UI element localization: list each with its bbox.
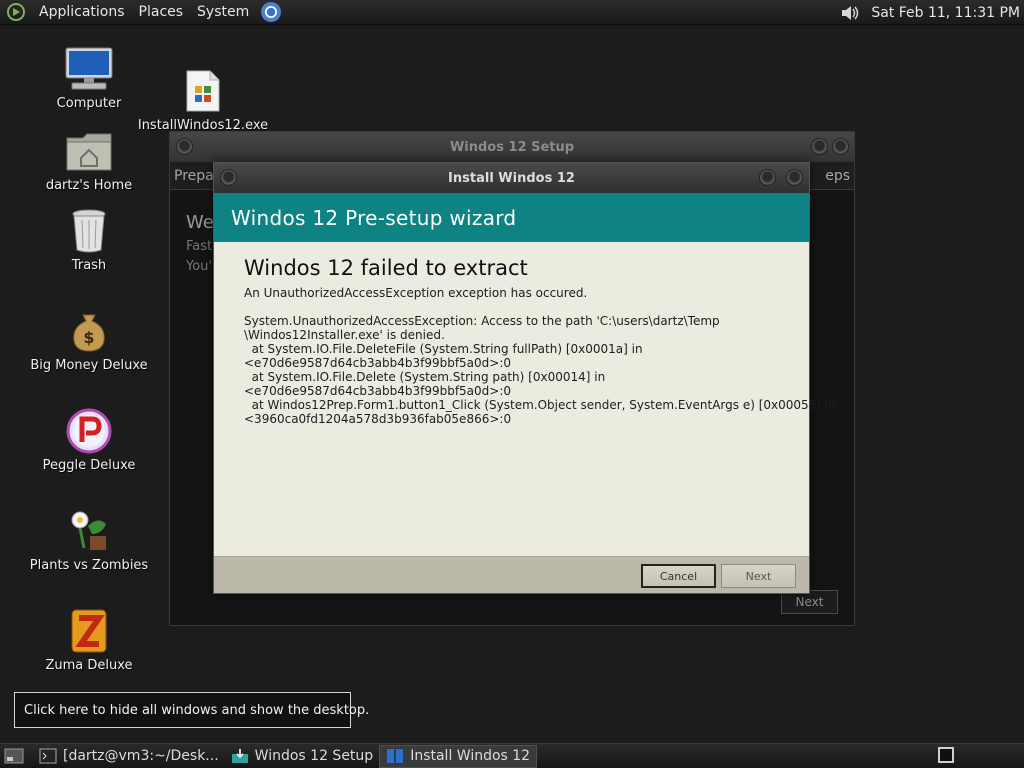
show-desktop-icon[interactable] bbox=[3, 746, 25, 766]
desktop-icon-label: Zuma Deluxe bbox=[45, 658, 133, 673]
system-tray: Sat Feb 11, 11:31 PM bbox=[839, 0, 1024, 25]
computer-icon bbox=[65, 47, 113, 90]
taskbar-item-label: Windos 12 Setup bbox=[254, 748, 374, 764]
exe-file-icon bbox=[186, 70, 220, 112]
next-button[interactable]: Next bbox=[721, 564, 796, 588]
desktop-icon-plants-vs-zombies[interactable]: Plants vs Zombies bbox=[14, 508, 164, 573]
bottom-panel: [dartz@vm3:~/Desk... Windos 12 Setup Ins… bbox=[0, 743, 1024, 768]
clock[interactable]: Sat Feb 11, 11:31 PM bbox=[871, 5, 1020, 21]
chromium-icon[interactable] bbox=[260, 1, 282, 23]
peggle-icon bbox=[66, 408, 112, 454]
taskbar-item-terminal[interactable]: [dartz@vm3:~/Desk... bbox=[33, 745, 225, 768]
terminal-icon bbox=[39, 748, 57, 764]
dialog-footer: Cancel Next bbox=[214, 556, 809, 593]
desktop-icon-trash[interactable]: Trash bbox=[14, 208, 164, 273]
install-dialog-titlebar[interactable]: Install Windos 12 bbox=[214, 163, 809, 193]
menu-places[interactable]: Places bbox=[132, 4, 191, 20]
trash-icon bbox=[72, 209, 106, 253]
maximize-button[interactable] bbox=[786, 169, 803, 186]
installer-icon bbox=[231, 749, 248, 763]
money-bag-icon: $ bbox=[73, 314, 105, 352]
window-menu-button[interactable] bbox=[176, 138, 193, 155]
install-dialog-title: Install Windos 12 bbox=[448, 170, 575, 186]
taskbar-item-setup[interactable]: Windos 12 Setup bbox=[225, 745, 380, 768]
minimize-button[interactable] bbox=[759, 169, 776, 186]
setup-window-titlebar[interactable]: Windos 12 Setup bbox=[170, 132, 854, 162]
desktop-icon-installer-exe[interactable]: InstallWindos12.exe bbox=[128, 68, 278, 133]
taskbar-item-install[interactable]: Install Windos 12 bbox=[379, 744, 538, 768]
window-app-icon bbox=[387, 749, 404, 763]
desktop-icon-zuma[interactable]: Zuma Deluxe bbox=[14, 608, 164, 673]
desktop-icon-label: Peggle Deluxe bbox=[42, 458, 136, 473]
desktop-icon-home[interactable]: dartz's Home bbox=[14, 128, 164, 193]
error-stack-trace: System.UnauthorizedAccessException: Acce… bbox=[244, 314, 836, 426]
desktop-icon-peggle[interactable]: Peggle Deluxe bbox=[14, 408, 164, 473]
svg-text:$: $ bbox=[83, 328, 94, 347]
desktop-icon-label: Computer bbox=[56, 96, 122, 111]
desktop-icon-label: dartz's Home bbox=[45, 178, 133, 193]
step-steps-label: eps bbox=[825, 167, 850, 184]
window-menu-button[interactable] bbox=[220, 169, 237, 186]
distro-logo-icon[interactable] bbox=[6, 2, 26, 22]
taskbar-item-label: Install Windos 12 bbox=[410, 748, 531, 764]
install-dialog[interactable]: Install Windos 12 Windos 12 Pre-setup wi… bbox=[213, 162, 836, 594]
setup-window-title: Windos 12 Setup bbox=[449, 139, 575, 155]
cancel-button[interactable]: Cancel bbox=[641, 564, 716, 588]
taskbar-item-label: [dartz@vm3:~/Desk... bbox=[63, 748, 219, 764]
error-heading: Windos 12 failed to extract bbox=[244, 256, 528, 280]
wizard-banner: Windos 12 Pre-setup wizard bbox=[214, 193, 809, 242]
minimize-button[interactable] bbox=[811, 138, 828, 155]
desktop-icon-label: Plants vs Zombies bbox=[29, 558, 149, 573]
plant-icon bbox=[71, 511, 106, 550]
error-body: Windos 12 failed to extract An Unauthori… bbox=[214, 242, 836, 426]
menu-system[interactable]: System bbox=[190, 4, 256, 20]
volume-icon[interactable] bbox=[839, 2, 861, 24]
wizard-banner-title: Windos 12 Pre-setup wizard bbox=[231, 205, 517, 230]
desktop-icon-label: Trash bbox=[71, 258, 107, 273]
desktop-icon-big-money[interactable]: $ Big Money Deluxe bbox=[14, 308, 164, 373]
zuma-icon bbox=[71, 609, 107, 653]
menu-applications[interactable]: Applications bbox=[32, 4, 132, 20]
workspace-switcher[interactable] bbox=[938, 747, 954, 763]
error-subheading: An UnauthorizedAccessException exception… bbox=[244, 286, 588, 300]
home-folder-icon bbox=[66, 133, 112, 171]
show-desktop-tooltip: Click here to hide all windows and show … bbox=[14, 692, 369, 728]
top-panel: Applications Places System Sat Feb 11, 1… bbox=[0, 0, 1024, 25]
maximize-button[interactable] bbox=[832, 138, 849, 155]
desktop-icon-label: Big Money Deluxe bbox=[30, 358, 148, 373]
